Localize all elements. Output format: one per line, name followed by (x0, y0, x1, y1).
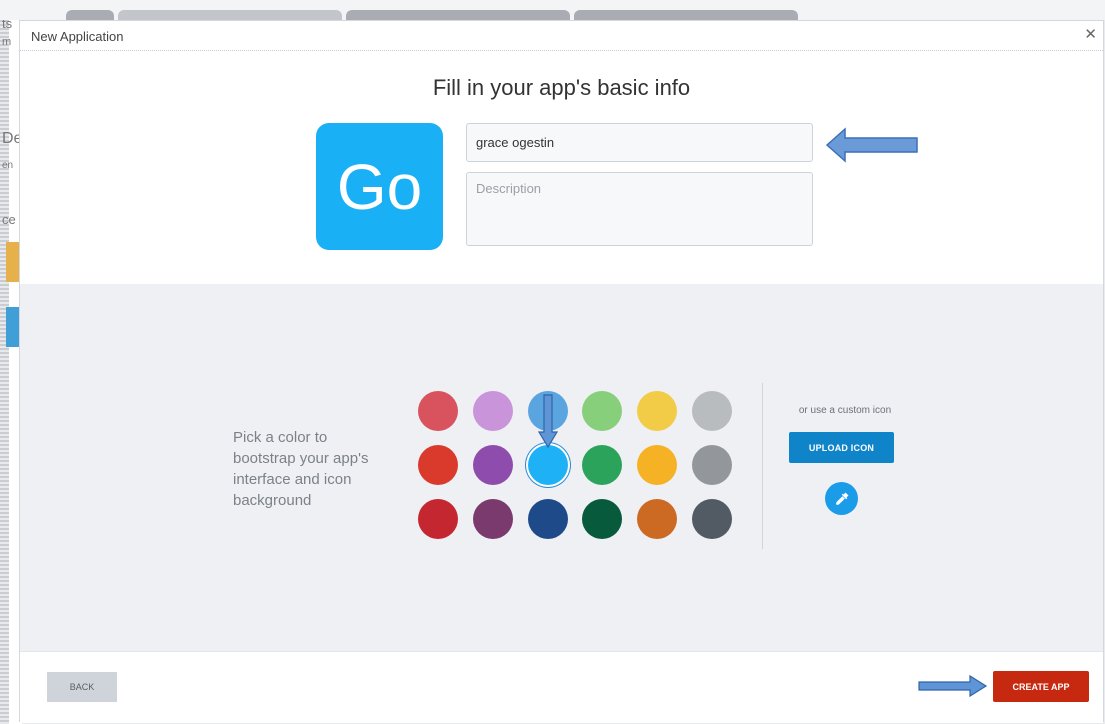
page-title: Fill in your app's basic info (432, 75, 691, 100)
color-swatch[interactable] (637, 499, 678, 539)
new-application-modal: New Application ✕ Fill in your app's bas… (19, 20, 1104, 723)
color-picker-section: Pick a color to bootstrap your app's int… (20, 284, 1103, 651)
color-swatch[interactable] (418, 499, 458, 539)
color-swatch-grid (418, 391, 732, 541)
color-swatch[interactable] (691, 391, 732, 431)
color-swatch[interactable] (582, 445, 623, 485)
background-tab (574, 10, 798, 20)
color-swatch[interactable] (637, 391, 678, 431)
background-tab (66, 10, 114, 20)
upload-icon-button[interactable]: UPLOAD ICON (789, 432, 894, 463)
color-swatch[interactable] (472, 445, 513, 485)
app-icon-initials: Go (336, 150, 423, 223)
background-tab (118, 10, 342, 20)
color-swatch[interactable] (418, 391, 458, 431)
background-tab (346, 10, 570, 20)
background-edge (0, 20, 9, 724)
app-name-input[interactable] (466, 123, 813, 162)
color-swatch[interactable] (637, 445, 678, 485)
annotation-arrow-right-icon (918, 674, 988, 698)
background-text: m (2, 36, 12, 48)
section-divider (762, 383, 763, 549)
color-swatch[interactable] (472, 391, 513, 431)
color-swatch[interactable] (691, 499, 732, 539)
app-icon-preview: Go (316, 123, 443, 250)
back-button[interactable]: BACK (47, 672, 117, 702)
color-swatch[interactable] (582, 499, 623, 539)
background-text: ce (2, 212, 16, 227)
color-swatch[interactable] (691, 445, 732, 485)
annotation-arrow-down-icon (538, 394, 558, 448)
annotation-arrow-left-icon (825, 127, 918, 163)
modal-footer: BACK CREATE APP (20, 651, 1103, 723)
color-swatch[interactable] (582, 391, 623, 431)
description-input[interactable] (466, 172, 813, 246)
custom-icon-label: or use a custom icon (798, 405, 892, 416)
modal-header: New Application ✕ (20, 21, 1103, 51)
eyedropper-button[interactable] (825, 482, 858, 515)
color-picker-prompt: Pick a color to bootstrap your app's int… (233, 429, 369, 509)
eyedropper-icon (835, 492, 848, 505)
background-text: en (2, 160, 14, 171)
color-swatch[interactable] (527, 499, 568, 539)
close-icon[interactable]: ✕ (1084, 26, 1097, 44)
modal-title: New Application (31, 29, 124, 44)
create-app-button[interactable]: CREATE APP (993, 671, 1089, 702)
color-swatch[interactable] (527, 445, 568, 485)
background-app-strip (0, 0, 1105, 20)
color-swatch[interactable] (418, 445, 458, 485)
background-text: ts (2, 20, 13, 31)
color-swatch[interactable] (472, 499, 513, 539)
